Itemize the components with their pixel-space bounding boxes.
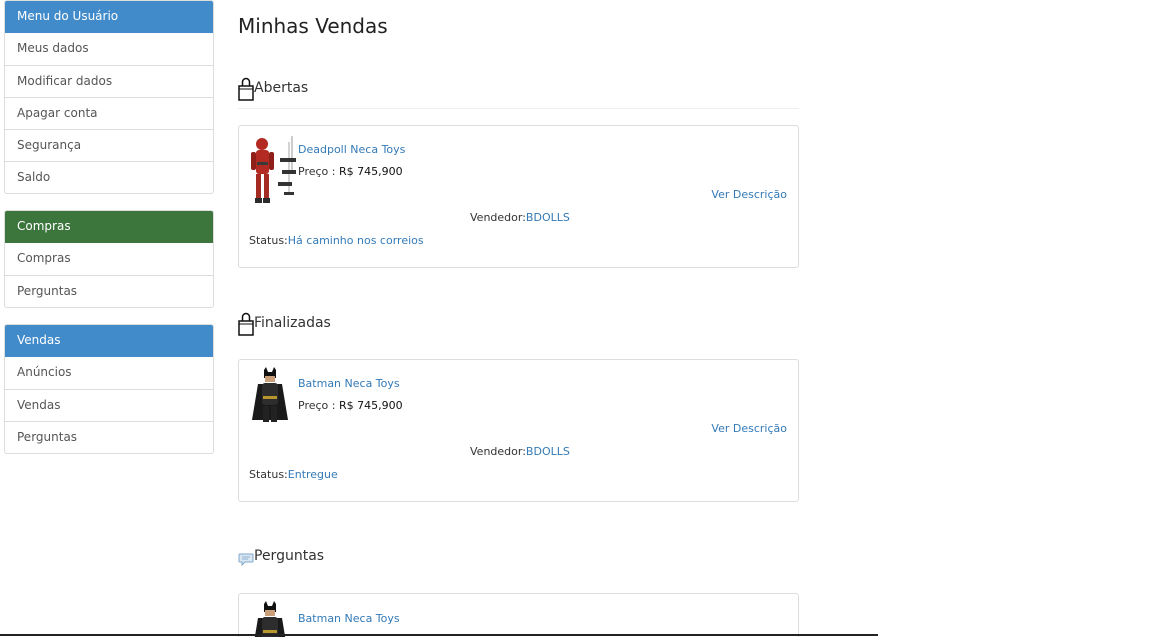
seller-link[interactable]: BDOLLS: [526, 211, 570, 224]
view-description-link[interactable]: Ver Descrição: [711, 188, 787, 201]
price-value: R$ 745,900: [338, 399, 403, 412]
sidebar: Menu do Usuário Meus dados Modificar dad…: [4, 0, 214, 470]
price-label: Preço :: [298, 399, 336, 412]
product-price: Preço : R$ 745,900: [298, 165, 403, 178]
shopping-bag-icon: [238, 312, 254, 336]
menu-item-compras[interactable]: Compras: [5, 243, 213, 275]
section-open-label: Abertas: [254, 80, 309, 96]
seller-label: Vendedor:: [470, 211, 526, 224]
section-open-title: Abertas: [238, 75, 308, 101]
product-image-batman: [248, 366, 292, 426]
menu-item-meus-dados[interactable]: Meus dados: [5, 33, 213, 65]
menu-item-modificar-dados[interactable]: Modificar dados: [5, 65, 213, 97]
seller-info: Vendedor:BDOLLS: [470, 211, 570, 224]
status-label: Status:: [249, 234, 288, 247]
status-info: Status:Há caminho nos correios: [249, 234, 424, 247]
section-questions-title: Perguntas: [238, 543, 324, 569]
status-label: Status:: [249, 468, 288, 481]
price-label: Preço :: [298, 165, 336, 178]
price-value: R$ 745,900: [338, 165, 403, 178]
view-description-link[interactable]: Ver Descrição: [711, 422, 787, 435]
section-finished-label: Finalizadas: [254, 315, 331, 331]
menu-item-anuncios[interactable]: Anúncios: [5, 357, 213, 389]
menu-item-vendas-perguntas[interactable]: Perguntas: [5, 421, 213, 453]
product-name-link[interactable]: Batman Neca Toys: [298, 377, 400, 390]
sale-card: Batman Neca Toys Preço : R$ 745,900 Ver …: [238, 359, 799, 502]
shopping-bag-icon: [238, 77, 254, 101]
sales-heading: Vendas: [5, 325, 213, 357]
seller-info: Vendedor:BDOLLS: [470, 445, 570, 458]
menu-item-compras-perguntas[interactable]: Perguntas: [5, 275, 213, 307]
section-divider: [238, 108, 799, 109]
purchases-panel: Compras Compras Perguntas: [4, 210, 214, 308]
purchases-heading: Compras: [5, 211, 213, 243]
status-value[interactable]: Há caminho nos correios: [288, 234, 424, 247]
section-finished-title: Finalizadas: [238, 310, 331, 336]
chat-bubble-icon: [238, 551, 254, 567]
seller-label: Vendedor:: [470, 445, 526, 458]
product-name-link[interactable]: Batman Neca Toys: [298, 612, 400, 625]
page-title: Minhas Vendas: [238, 14, 388, 38]
bottom-border: [0, 634, 878, 636]
question-card: Batman Neca Toys: [238, 593, 799, 637]
status-info: Status:Entregue: [249, 468, 338, 481]
menu-item-saldo[interactable]: Saldo: [5, 161, 213, 193]
menu-item-apagar-conta[interactable]: Apagar conta: [5, 97, 213, 129]
product-price: Preço : R$ 745,900: [298, 399, 403, 412]
menu-item-seguranca[interactable]: Segurança: [5, 129, 213, 161]
section-questions-label: Perguntas: [254, 548, 325, 564]
status-value[interactable]: Entregue: [288, 468, 338, 481]
user-menu-heading: Menu do Usuário: [5, 1, 213, 33]
product-image-batman: [248, 600, 292, 637]
sales-panel: Vendas Anúncios Vendas Perguntas: [4, 324, 214, 454]
product-image-deadpool: [242, 132, 298, 208]
menu-item-vendas[interactable]: Vendas: [5, 389, 213, 421]
user-menu-panel: Menu do Usuário Meus dados Modificar dad…: [4, 0, 214, 194]
product-name-link[interactable]: Deadpoll Neca Toys: [298, 143, 405, 156]
seller-link[interactable]: BDOLLS: [526, 445, 570, 458]
sale-card: Deadpoll Neca Toys Preço : R$ 745,900 Ve…: [238, 125, 799, 268]
